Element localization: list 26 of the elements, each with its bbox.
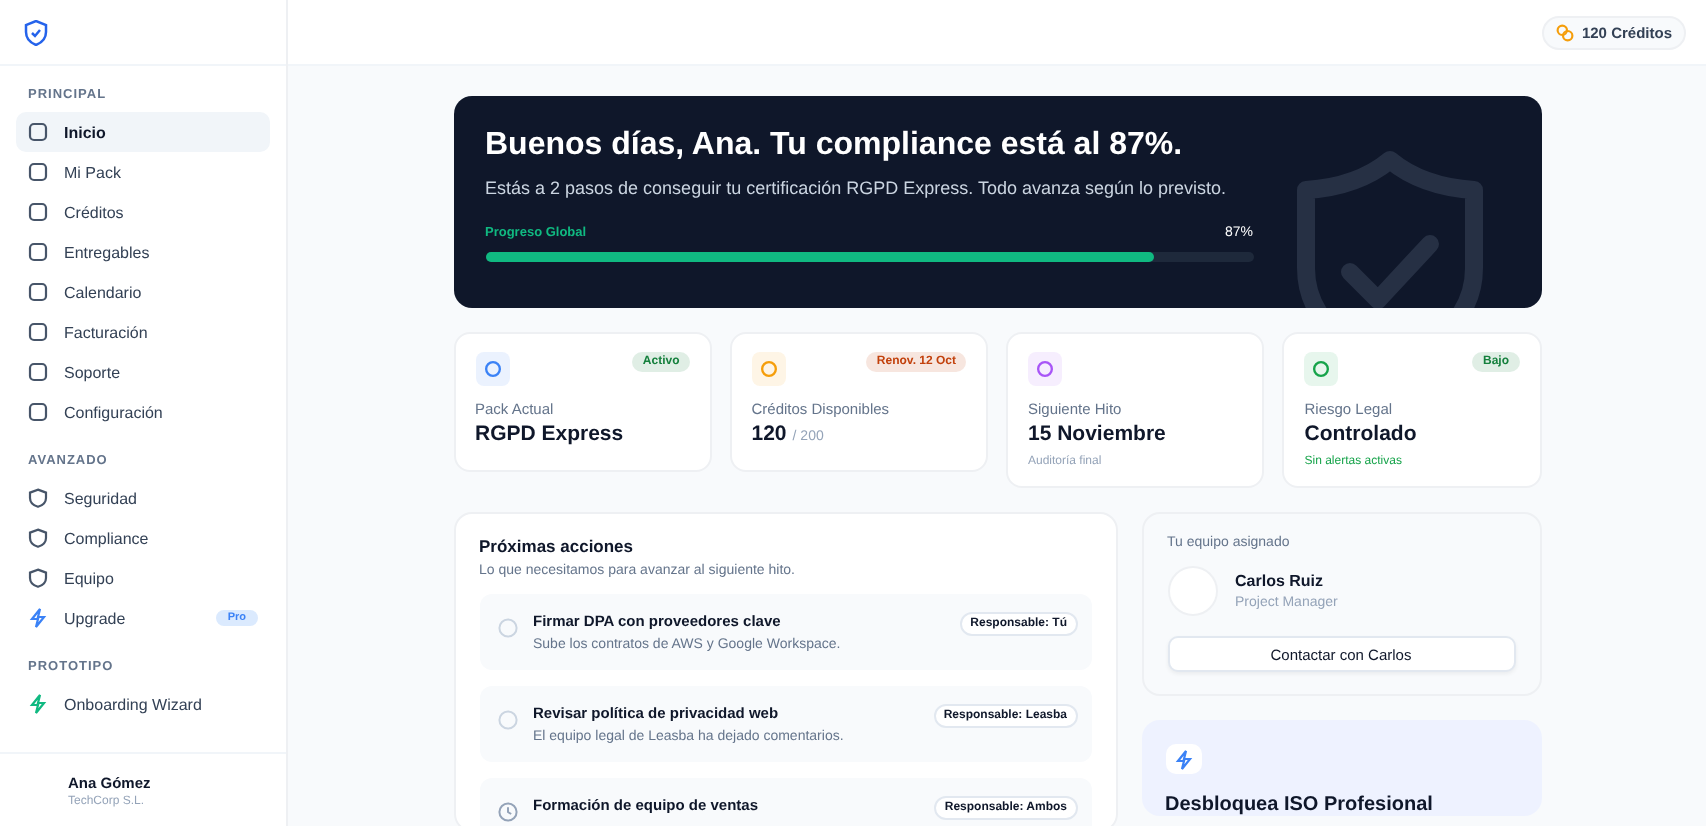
nav-item[interactable]: Compliance [16, 518, 270, 558]
nav-item[interactable]: Configuración [16, 392, 270, 432]
nav-item[interactable]: Calendario [16, 272, 270, 312]
shield-logo-icon [24, 19, 48, 45]
lightning-icon [1165, 744, 1201, 774]
lightning-icon [28, 608, 48, 628]
nav-item[interactable]: Equipo [16, 558, 270, 598]
nav-item[interactable]: Facturación [16, 312, 270, 352]
promo-title: Desbloquea ISO Profesional [1165, 794, 1435, 816]
hero-subtitle: Estás a 2 pasos de conseguir tu certificación RGPD Express. Todo avanza según lo previsto. [485, 178, 1229, 198]
hero-title: Buenos días, Ana. Tu compliance está al 87%. [485, 128, 1185, 164]
nav-item[interactable]: Soporte [16, 352, 270, 392]
nav-item[interactable]: Entregables [16, 232, 270, 272]
nav-item[interactable]: Créditos [16, 192, 270, 232]
stat-value: Controlado [1304, 422, 1417, 446]
nav-item[interactable]: Inicio [16, 112, 270, 152]
person-name: Carlos Ruiz [1235, 572, 1326, 590]
stat-value: 120 [751, 422, 787, 446]
stat-value: RGPD Express [475, 422, 624, 446]
coins-icon [1555, 23, 1574, 41]
nav-item[interactable]: Seguridad [16, 478, 270, 518]
nav-item[interactable]: Onboarding Wizard [16, 684, 270, 724]
nav-item[interactable]: Mi Pack [16, 152, 270, 192]
stat-value: 15 Noviembre [1028, 422, 1166, 446]
lightning-icon [28, 694, 48, 714]
card-title: Próximas acciones [479, 536, 636, 556]
